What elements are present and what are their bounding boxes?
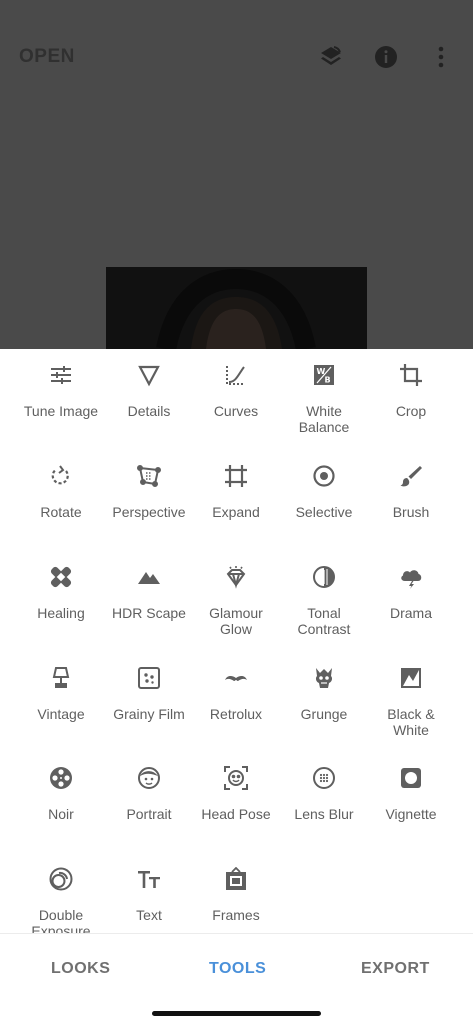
layers-stack-icon[interactable] <box>318 44 344 70</box>
details-icon <box>137 363 161 387</box>
brush-icon <box>399 464 423 488</box>
tool-double-exposure[interactable]: Double Exposure <box>14 853 108 933</box>
more-options-icon[interactable] <box>428 44 454 70</box>
tool-label: Double Exposure <box>31 907 91 933</box>
tool-label: White Balance <box>298 403 350 435</box>
tune-icon <box>49 363 73 387</box>
image-backdrop: OPEN <box>0 0 473 349</box>
svg-text:B: B <box>325 376 331 385</box>
open-button[interactable]: OPEN <box>19 46 75 68</box>
tool-label: Retrolux <box>209 706 263 722</box>
curves-icon <box>224 363 248 387</box>
rotate-icon <box>49 464 73 488</box>
tool-label: Curves <box>213 403 259 419</box>
tool-expand[interactable]: Expand <box>189 450 283 542</box>
tool-label: Grunge <box>300 706 348 722</box>
tool-label: Frames <box>212 907 260 923</box>
tool-label: Vintage <box>37 706 85 722</box>
tab-export[interactable]: EXPORT <box>361 960 430 978</box>
tool-noir[interactable]: Noir <box>14 752 108 844</box>
tool-label: Noir <box>48 806 74 822</box>
tool-label: Perspective <box>112 504 186 520</box>
crop-icon <box>399 363 423 387</box>
tool-drama[interactable]: Drama <box>364 551 458 643</box>
black-white-icon <box>399 666 423 690</box>
tool-label: Black & White <box>387 706 435 738</box>
frames-icon <box>224 867 248 891</box>
tool-label: Details <box>127 403 171 419</box>
tool-label: Lens Blur <box>294 806 354 822</box>
selective-icon <box>312 464 336 488</box>
tool-rotate[interactable]: Rotate <box>14 450 108 542</box>
tool-label: Tune Image <box>23 403 99 419</box>
tool-vignette[interactable]: Vignette <box>364 752 458 844</box>
tool-portrait[interactable]: Portrait <box>102 752 196 844</box>
tool-perspective[interactable]: Perspective <box>102 450 196 542</box>
tool-grainy-film[interactable]: Grainy Film <box>102 652 196 744</box>
expand-icon <box>224 464 248 488</box>
head-pose-icon <box>224 766 248 790</box>
tool-glamour-glow[interactable]: Glamour Glow <box>189 551 283 643</box>
tool-label: Rotate <box>40 504 82 520</box>
lens-blur-icon <box>312 766 336 790</box>
tool-label: Grainy Film <box>113 706 185 722</box>
tool-tonal-contrast[interactable]: Tonal Contrast <box>277 551 371 643</box>
tool-brush[interactable]: Brush <box>364 450 458 542</box>
tool-hdr-scape[interactable]: HDR Scape <box>102 551 196 643</box>
tool-text[interactable]: Text <box>102 853 196 933</box>
hdr-scape-icon <box>137 565 161 589</box>
tool-tune-image[interactable]: Tune Image <box>14 349 108 441</box>
tools-panel: Tune Image Details Curves W B White Bala… <box>0 349 473 933</box>
tool-label: Healing <box>37 605 85 621</box>
double-exposure-icon <box>49 867 73 891</box>
tool-white-balance[interactable]: W B White Balance <box>277 349 371 441</box>
vintage-icon <box>49 666 73 690</box>
tool-label: Glamour Glow <box>209 605 263 637</box>
tool-vintage[interactable]: Vintage <box>14 652 108 744</box>
tab-looks[interactable]: LOOKS <box>51 960 110 978</box>
tool-label: Vignette <box>385 806 437 822</box>
tonal-contrast-icon <box>312 565 336 589</box>
tool-crop[interactable]: Crop <box>364 349 458 441</box>
tool-label: Crop <box>395 403 427 419</box>
tool-retrolux[interactable]: Retrolux <box>189 652 283 744</box>
tool-healing[interactable]: Healing <box>14 551 108 643</box>
home-indicator[interactable] <box>152 1011 321 1016</box>
tool-label: Text <box>136 907 162 923</box>
retrolux-icon <box>224 666 248 690</box>
tool-label: Expand <box>212 504 260 520</box>
healing-icon <box>49 565 73 589</box>
tool-grunge[interactable]: Grunge <box>277 652 371 744</box>
text-icon <box>137 867 161 891</box>
photo-preview <box>106 267 367 349</box>
tool-details[interactable]: Details <box>102 349 196 441</box>
grainy-film-icon <box>137 666 161 690</box>
tool-label: Selective <box>295 504 353 520</box>
bottom-tab-bar: LOOKS TOOLS EXPORT <box>0 933 473 1025</box>
drama-icon <box>399 565 423 589</box>
tool-label: HDR Scape <box>112 605 186 621</box>
tool-frames[interactable]: Frames <box>189 853 283 933</box>
tool-selective[interactable]: Selective <box>277 450 371 542</box>
tool-head-pose[interactable]: Head Pose <box>189 752 283 844</box>
glamour-glow-icon <box>224 565 248 589</box>
tool-label: Portrait <box>126 806 172 822</box>
tool-curves[interactable]: Curves <box>189 349 283 441</box>
white-balance-icon: W B <box>312 363 336 387</box>
noir-icon <box>49 766 73 790</box>
tool-label: Tonal Contrast <box>297 605 351 637</box>
tool-black-white[interactable]: Black & White <box>364 652 458 744</box>
portrait-icon <box>137 766 161 790</box>
tool-lens-blur[interactable]: Lens Blur <box>277 752 371 844</box>
info-icon[interactable] <box>373 44 399 70</box>
tab-tools[interactable]: TOOLS <box>209 960 266 978</box>
perspective-icon <box>137 464 161 488</box>
tool-label: Drama <box>389 605 432 621</box>
vignette-icon <box>399 766 423 790</box>
grunge-icon <box>312 666 336 690</box>
tool-label: Head Pose <box>201 806 271 822</box>
tool-label: Brush <box>392 504 430 520</box>
